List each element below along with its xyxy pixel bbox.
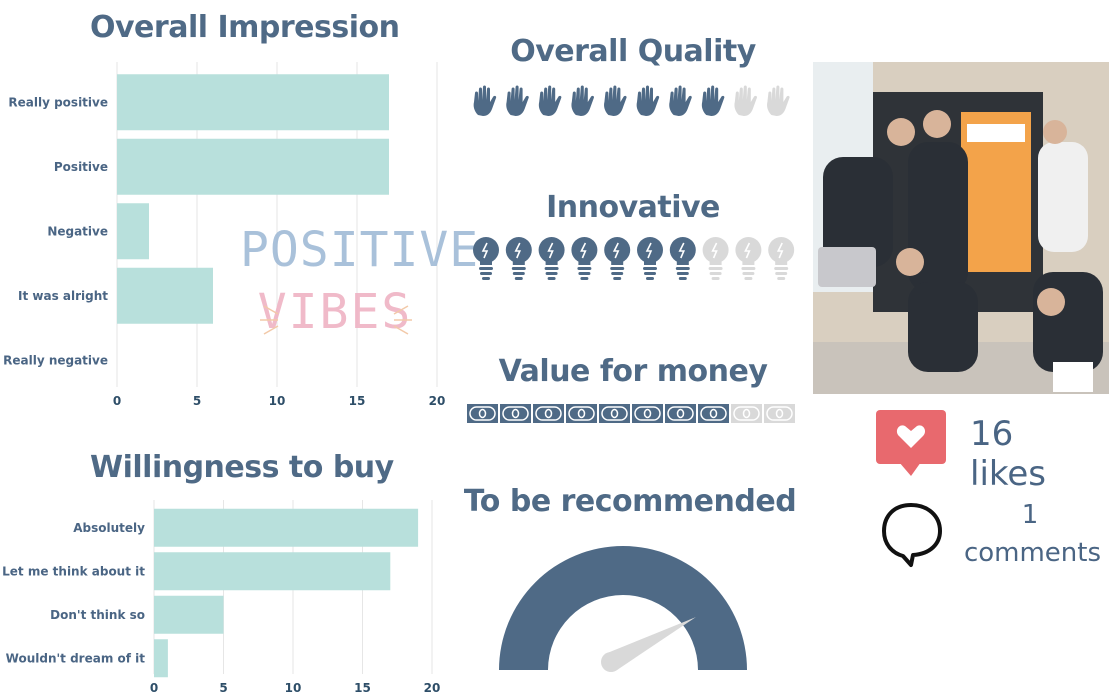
- chart-1-bar: [154, 552, 391, 591]
- chart2-title: Willingness to buy: [90, 450, 394, 485]
- chart-0-tick-label: 10: [269, 394, 286, 408]
- recommendation-gauge: [499, 546, 747, 672]
- chart-1-bar: [154, 508, 419, 547]
- rating-icons: [473, 237, 795, 280]
- photo-icon: [813, 62, 1109, 394]
- banknote-icon: [500, 404, 531, 423]
- banknote-icon: [467, 404, 498, 423]
- lightbulb-icon: [702, 237, 729, 280]
- banknote-icon: [731, 404, 762, 423]
- lightbulb-icon: [604, 237, 631, 280]
- chart-0-category-label: Really positive: [8, 95, 108, 109]
- rating-title-quality: Overall Quality: [510, 34, 756, 69]
- hand-icon: [604, 85, 627, 116]
- positive-vibes-logo: POSITIVE VIBES: [240, 222, 480, 357]
- hand-icon: [636, 85, 660, 116]
- sparkle-lines: [260, 305, 412, 335]
- hand-icon: [506, 85, 529, 116]
- banknote-icon: [665, 404, 696, 423]
- value-rating-row: [467, 404, 797, 423]
- lightbulb-icon: [735, 237, 762, 280]
- chart-1-category-label: Let me think about it: [2, 564, 145, 578]
- chart-1-category-label: Wouldn't dream of it: [6, 651, 146, 665]
- banknote-icon: [533, 404, 564, 423]
- banknote-icon: [764, 404, 795, 423]
- banknote-icon: [632, 404, 663, 423]
- chart-1-tick-label: 20: [424, 681, 441, 695]
- lightbulb-icon: [637, 237, 663, 280]
- quality-rating-row: [470, 84, 796, 118]
- banknote-icon: [698, 404, 729, 423]
- banknote-icon: [566, 404, 597, 423]
- lightbulb-icon: [473, 237, 499, 280]
- chart-0-category-label: Really negative: [3, 353, 108, 367]
- chart-0-tick-label: 15: [349, 394, 366, 408]
- watermark-line1: POSITIVE: [240, 222, 480, 278]
- gauge-title: To be recommended: [463, 484, 797, 519]
- chart-1-bar: [154, 595, 224, 634]
- chart-0-bar: [117, 74, 389, 131]
- likes-count: 16 likes: [970, 414, 1047, 494]
- hand-icon: [767, 85, 790, 116]
- innovative-rating-row: [470, 236, 798, 282]
- comments-count: 1: [1021, 500, 1039, 530]
- lightbulb-icon: [669, 237, 696, 280]
- chart-1-category-label: Absolutely: [73, 521, 145, 535]
- chart-1-bar: [154, 639, 168, 678]
- hand-icon: [734, 85, 758, 116]
- comment-bubble-icon[interactable]: [878, 500, 948, 570]
- banknote-icon: [599, 404, 630, 423]
- chart-1-tick-label: 10: [285, 681, 302, 695]
- hand-icon: [571, 85, 595, 116]
- rating-title-innovative: Innovative: [546, 190, 720, 225]
- chart-1-tick-label: 5: [219, 681, 227, 695]
- lightbulb-icon: [505, 237, 532, 280]
- chart-0-category-label: Positive: [54, 160, 108, 174]
- chart-1-tick-label: 0: [150, 681, 158, 695]
- chart-0-bar: [117, 138, 389, 195]
- hand-icon: [701, 85, 725, 116]
- chart-0-tick-label: 0: [113, 394, 121, 408]
- willingness-to-buy-chart: 0 5 10 15 20 Absolutely Let me think about it D…: [2, 500, 441, 695]
- hand-icon: [473, 85, 497, 116]
- hand-icon: [669, 85, 692, 116]
- rating-icons: [473, 85, 790, 116]
- lightbulb-icon: [571, 237, 598, 280]
- gauge-needle-hub: [601, 652, 621, 672]
- chart-1-tick-label: 15: [354, 681, 371, 695]
- chart-0-tick-label: 20: [429, 394, 446, 408]
- hand-icon: [538, 85, 562, 116]
- chart-0-category-label: It was alright: [18, 289, 108, 303]
- lightbulb-icon: [768, 237, 795, 280]
- heart-like-icon[interactable]: [873, 408, 949, 478]
- chart-1-category-label: Don't think so: [50, 608, 145, 622]
- chart-0-category-label: Negative: [47, 224, 108, 238]
- comments-label: comments: [963, 538, 1102, 568]
- chart-0-bar: [117, 203, 149, 260]
- chart-0-tick-label: 5: [193, 394, 201, 408]
- rating-icons: [467, 404, 795, 423]
- lightbulb-icon: [538, 237, 565, 280]
- team-photo: [813, 62, 1109, 394]
- chart-0-bar: [117, 267, 213, 324]
- chart1-title: Overall Impression: [90, 10, 400, 45]
- rating-title-value: Value for money: [498, 354, 768, 389]
